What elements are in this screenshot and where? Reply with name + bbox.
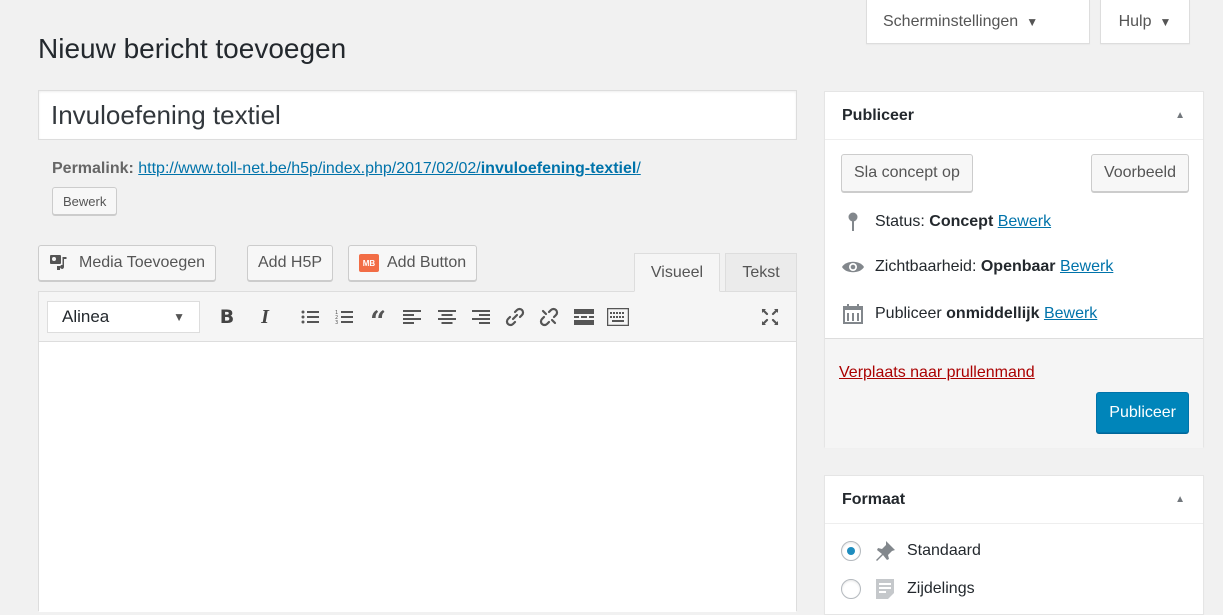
bold-icon: B <box>219 306 235 328</box>
visibility-label: Zichtbaarheid: <box>875 258 977 275</box>
tab-visual[interactable]: Visueel <box>634 253 720 292</box>
bold-button[interactable]: B <box>214 304 240 330</box>
align-center-button[interactable] <box>434 304 460 330</box>
collapse-arrow-icon[interactable]: ▲ <box>1175 110 1185 121</box>
blockquote-button[interactable]: “ <box>365 304 391 336</box>
format-option-label: Zijdelings <box>907 580 975 597</box>
status-row: Status: Concept Bewerk <box>841 212 1051 232</box>
schedule-edit-link[interactable]: Bewerk <box>1044 305 1097 323</box>
add-media-label: Media Toevoegen <box>79 254 206 271</box>
screen-options-label: Scherminstellingen <box>883 12 1019 30</box>
help-tab[interactable]: Hulp ▼ <box>1100 0 1190 44</box>
radio-button[interactable] <box>841 579 861 599</box>
format-option-label: Standaard <box>907 542 981 559</box>
format-box: Formaat ▲ Standaard Zijdelings <box>824 475 1204 615</box>
insert-link-button[interactable] <box>502 304 528 330</box>
pin-icon <box>841 212 865 232</box>
align-right-icon <box>472 310 490 324</box>
read-more-button[interactable] <box>571 304 597 330</box>
page-title: Nieuw bericht toevoegen <box>38 33 347 64</box>
publish-button[interactable]: Publiceer <box>1096 392 1189 433</box>
numbered-list-button[interactable]: 123 <box>331 304 357 330</box>
svg-text:3: 3 <box>335 320 338 325</box>
publish-box: Publiceer ▲ Sla concept op Voorbeeld Sta… <box>824 91 1204 448</box>
radio-dot <box>847 547 855 555</box>
toolbar-toggle-button[interactable] <box>605 304 631 330</box>
mb-badge-icon: MB <box>359 254 379 272</box>
schedule-value: onmiddellijk <box>946 305 1040 322</box>
edit-slug-button[interactable]: Bewerk <box>52 187 118 215</box>
bullet-list-button[interactable] <box>297 304 323 330</box>
add-h5p-label: Add H5P <box>258 254 323 271</box>
keyboard-icon <box>607 308 629 326</box>
italic-button[interactable]: I <box>252 304 278 330</box>
visibility-row: Zichtbaarheid: Openbaar Bewerk <box>841 258 1113 276</box>
permalink: Permalink: http://www.toll-net.be/h5p/in… <box>52 160 641 178</box>
align-right-button[interactable] <box>468 304 494 330</box>
editor-content-area[interactable] <box>39 342 796 612</box>
preview-button[interactable]: Voorbeeld <box>1090 154 1189 192</box>
format-box-header[interactable]: Formaat ▲ <box>825 476 1203 524</box>
link-icon <box>505 307 525 327</box>
permalink-link[interactable]: http://www.toll-net.be/h5p/index.php/201… <box>138 160 641 177</box>
permalink-base: http://www.toll-net.be/h5p/index.php/201… <box>138 160 481 177</box>
read-more-icon <box>574 309 594 325</box>
visibility-value: Openbaar <box>980 258 1056 275</box>
add-mb-button[interactable]: MB Add Button <box>348 245 478 281</box>
caret-down-icon: ▼ <box>1026 14 1039 29</box>
publish-box-header[interactable]: Publiceer ▲ <box>825 92 1203 140</box>
add-button-label: Add Button <box>387 254 467 271</box>
align-left-icon <box>403 310 421 324</box>
tab-text[interactable]: Tekst <box>725 253 797 292</box>
eye-icon <box>841 259 865 275</box>
schedule-row: Publiceer onmiddellijk Bewerk <box>841 304 1097 324</box>
add-h5p-button[interactable]: Add H5P <box>247 245 334 281</box>
format-box-title: Formaat <box>842 490 906 508</box>
format-select-value: Alinea <box>62 307 110 326</box>
publish-major-actions: Verplaats naar prullenmand Publiceer <box>825 338 1203 448</box>
format-select[interactable]: Alinea ▼ <box>47 301 200 333</box>
distraction-free-button[interactable] <box>757 304 783 330</box>
post-title-input[interactable]: Invuloefening textiel <box>38 90 797 140</box>
radio-button[interactable] <box>841 541 861 561</box>
unlink-icon <box>539 307 559 327</box>
editor-toolbar: Alinea ▼ B I 123 “ <box>39 292 796 342</box>
visibility-edit-link[interactable]: Bewerk <box>1060 258 1113 276</box>
align-center-icon <box>438 310 456 324</box>
fullscreen-icon <box>761 308 779 326</box>
add-media-button[interactable]: Media Toevoegen <box>38 245 217 281</box>
format-option-aside[interactable]: Zijdelings <box>841 578 975 600</box>
caret-down-icon: ▼ <box>173 310 185 324</box>
save-draft-button[interactable]: Sla concept op <box>841 154 973 192</box>
numbered-list-icon: 123 <box>335 310 353 325</box>
quote-icon: “ <box>369 305 387 338</box>
mb-badge: MB <box>359 254 379 272</box>
status-edit-link[interactable]: Bewerk <box>998 213 1051 231</box>
permalink-trailing: / <box>636 160 641 177</box>
permalink-slug: invuloefening-textiel <box>480 160 637 177</box>
screen-options-tab[interactable]: Scherminstellingen ▼ <box>866 0 1090 44</box>
help-label: Hulp <box>1118 12 1152 30</box>
permalink-label: Permalink: <box>52 160 134 177</box>
caret-down-icon: ▼ <box>1159 14 1172 29</box>
remove-link-button[interactable] <box>536 304 562 330</box>
schedule-label: Publiceer <box>875 305 942 322</box>
collapse-arrow-icon[interactable]: ▲ <box>1175 494 1185 505</box>
italic-icon: I <box>261 305 269 328</box>
move-to-trash-link[interactable]: Verplaats naar prullenmand <box>839 364 1035 382</box>
editor: Alinea ▼ B I 123 “ <box>38 291 797 612</box>
post-title-value: Invuloefening textiel <box>51 99 281 130</box>
format-option-standard[interactable]: Standaard <box>841 540 981 562</box>
align-left-button[interactable] <box>399 304 425 330</box>
bullet-list-icon <box>301 310 319 324</box>
calendar-icon <box>841 304 865 324</box>
publish-box-title: Publiceer <box>842 106 915 124</box>
media-icon <box>49 254 71 272</box>
aside-icon <box>873 578 897 600</box>
status-value: Concept <box>929 213 994 230</box>
thumbtack-icon <box>873 540 897 562</box>
status-label: Status: <box>875 213 925 230</box>
